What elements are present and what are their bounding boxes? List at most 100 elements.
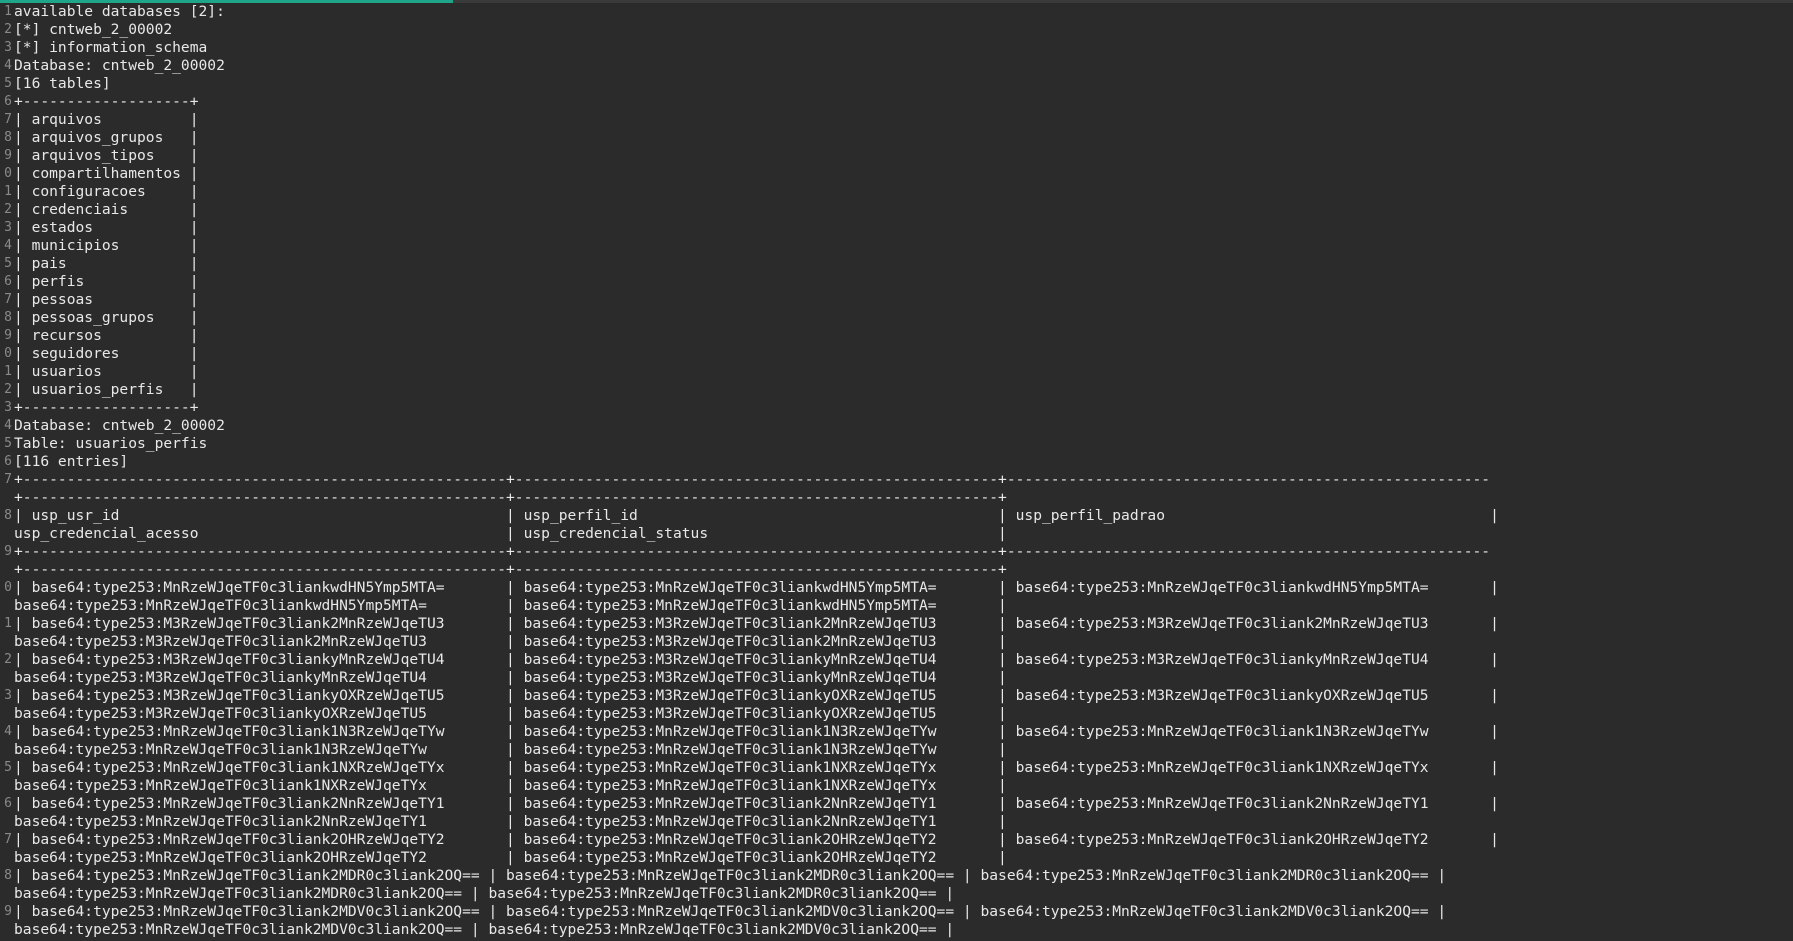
editor-line[interactable]: base64:type253:MnRzeWJqeTF0c3liankwdHN5Y… — [0, 597, 1793, 615]
editor-line[interactable]: 2 | base64:type253:M3RzeWJqeTF0c3liankyMn… — [0, 651, 1793, 669]
line-text: | compartilhamentos | — [14, 165, 199, 182]
line-text: Table: usuarios_perfis — [14, 435, 208, 452]
line-number: 7 — [4, 112, 12, 127]
editor-line[interactable]: 0 | base64:type253:MnRzeWJqeTF0c3liankwdH… — [0, 579, 1793, 597]
line-number: 1 — [4, 4, 12, 19]
editor-line[interactable]: 6 | base64:type253:MnRzeWJqeTF0c3liank2Nn… — [0, 795, 1793, 813]
editor-line[interactable]: 2 | usuarios_perfis | — [0, 381, 1793, 399]
editor-line[interactable]: 7 | base64:type253:MnRzeWJqeTF0c3liank2OH… — [0, 831, 1793, 849]
editor-line[interactable]: 1 available databases [2]: — [0, 3, 1793, 21]
editor-line[interactable]: +---------------------------------------… — [0, 489, 1793, 507]
editor-line[interactable]: 8 | arquivos_grupos | — [0, 129, 1793, 147]
line-number: 6 — [4, 796, 12, 811]
line-text: available databases [2]: — [14, 3, 225, 20]
line-text: | base64:type253:MnRzeWJqeTF0c3liank1NXR… — [14, 759, 1499, 776]
line-text: | base64:type253:M3RzeWJqeTF0c3liank2MnR… — [14, 615, 1499, 632]
editor-line[interactable]: base64:type253:MnRzeWJqeTF0c3liank1NXRze… — [0, 777, 1793, 795]
line-number: 9 — [4, 328, 12, 343]
line-text: Database: cntweb_2_00002 — [14, 417, 225, 434]
line-number: 2 — [4, 382, 12, 397]
editor-line[interactable]: 3 | estados | — [0, 219, 1793, 237]
editor-line[interactable]: 9 | arquivos_tipos | — [0, 147, 1793, 165]
line-text: [16 tables] — [14, 75, 111, 92]
editor-line[interactable]: 9 | base64:type253:MnRzeWJqeTF0c3liank2MD… — [0, 903, 1793, 921]
editor-line[interactable]: 0 | seguidores | — [0, 345, 1793, 363]
line-text: usp_credencial_acesso | usp_credencial_s… — [14, 525, 1007, 542]
editor-line[interactable]: 1 | configuracoes | — [0, 183, 1793, 201]
line-text: | usuarios | — [14, 363, 199, 380]
editor-line[interactable]: 3 +-------------------+ — [0, 399, 1793, 417]
line-text: +---------------------------------------… — [14, 543, 1491, 560]
editor-line[interactable]: 6 | perfis | — [0, 273, 1793, 291]
line-number: 3 — [4, 220, 12, 235]
editor-line[interactable]: base64:type253:M3RzeWJqeTF0c3liankyOXRze… — [0, 705, 1793, 723]
editor-line[interactable]: 8 | usp_usr_id | usp_perfil_id | usp_perf… — [0, 507, 1793, 525]
line-text: | pessoas_grupos | — [14, 309, 199, 326]
line-text: | configuracoes | — [14, 183, 199, 200]
line-text: | base64:type253:MnRzeWJqeTF0c3liank2MDR… — [14, 867, 1447, 884]
editor-line[interactable]: 6 [116 entries] — [0, 453, 1793, 471]
line-text: +---------------------------------------… — [14, 561, 1007, 578]
editor-line[interactable]: base64:type253:MnRzeWJqeTF0c3liank1N3Rze… — [0, 741, 1793, 759]
line-number: 9 — [4, 544, 12, 559]
editor-line[interactable]: 0 | compartilhamentos | — [0, 165, 1793, 183]
line-text: | pais | — [14, 255, 199, 272]
editor-line[interactable]: 5 | base64:type253:MnRzeWJqeTF0c3liank1NX… — [0, 759, 1793, 777]
line-text: | credenciais | — [14, 201, 199, 218]
editor-line[interactable]: base64:type253:M3RzeWJqeTF0c3liank2MnRze… — [0, 633, 1793, 651]
editor-line[interactable]: 1 | usuarios | — [0, 363, 1793, 381]
line-number: 6 — [4, 94, 12, 109]
line-text: base64:type253:M3RzeWJqeTF0c3liankyMnRze… — [14, 669, 1007, 686]
editor-line[interactable]: 4 Database: cntweb_2_00002 — [0, 57, 1793, 75]
editor-line[interactable]: base64:type253:MnRzeWJqeTF0c3liank2NnRze… — [0, 813, 1793, 831]
editor-line[interactable]: 8 | pessoas_grupos | — [0, 309, 1793, 327]
editor-line[interactable]: usp_credencial_acesso | usp_credencial_s… — [0, 525, 1793, 543]
line-number: 2 — [4, 22, 12, 37]
editor-line[interactable]: 3 [*] information_schema — [0, 39, 1793, 57]
text-editor-area[interactable]: 1 available databases [2]: 2 [*] cntweb_2_0… — [0, 3, 1793, 941]
line-text: | base64:type253:M3RzeWJqeTF0c3liankyMnR… — [14, 651, 1499, 668]
editor-line[interactable]: 6 +-------------------+ — [0, 93, 1793, 111]
editor-line[interactable]: base64:type253:M3RzeWJqeTF0c3liankyMnRze… — [0, 669, 1793, 687]
editor-line[interactable]: 9 | recursos | — [0, 327, 1793, 345]
line-text: | arquivos | — [14, 111, 199, 128]
line-text: | municipios | — [14, 237, 199, 254]
editor-line[interactable]: 4 Database: cntweb_2_00002 — [0, 417, 1793, 435]
line-text: base64:type253:MnRzeWJqeTF0c3liank1N3Rze… — [14, 741, 1007, 758]
editor-line[interactable]: +---------------------------------------… — [0, 561, 1793, 579]
line-number: 0 — [4, 166, 12, 181]
line-number: 9 — [4, 148, 12, 163]
line-number: 5 — [4, 76, 12, 91]
editor-line[interactable]: 2 | credenciais | — [0, 201, 1793, 219]
line-number: 2 — [4, 652, 12, 667]
editor-line[interactable]: base64:type253:MnRzeWJqeTF0c3liank2MDR0c… — [0, 885, 1793, 903]
line-number: 1 — [4, 364, 12, 379]
editor-line[interactable]: 5 Table: usuarios_perfis — [0, 435, 1793, 453]
line-text: +---------------------------------------… — [14, 471, 1491, 488]
editor-line[interactable]: base64:type253:MnRzeWJqeTF0c3liank2MDV0c… — [0, 921, 1793, 939]
line-text: | perfis | — [14, 273, 199, 290]
line-text: +-------------------+ — [14, 93, 199, 110]
editor-line[interactable]: 1 | base64:type253:M3RzeWJqeTF0c3liank2Mn… — [0, 615, 1793, 633]
editor-line[interactable]: 8 | base64:type253:MnRzeWJqeTF0c3liank2MD… — [0, 867, 1793, 885]
line-text: | pessoas | — [14, 291, 199, 308]
editor-line[interactable]: 7 | pessoas | — [0, 291, 1793, 309]
editor-line[interactable]: 4 | base64:type253:MnRzeWJqeTF0c3liank1N3… — [0, 723, 1793, 741]
editor-line[interactable]: 3 | base64:type253:M3RzeWJqeTF0c3liankyOX… — [0, 687, 1793, 705]
editor-line[interactable]: 7 +--------------------------------------… — [0, 471, 1793, 489]
line-text: | base64:type253:M3RzeWJqeTF0c3liankyOXR… — [14, 687, 1499, 704]
line-text: | base64:type253:MnRzeWJqeTF0c3liank2OHR… — [14, 831, 1499, 848]
line-number: 8 — [4, 868, 12, 883]
editor-line[interactable]: 5 | pais | — [0, 255, 1793, 273]
editor-line[interactable]: 5 [16 tables] — [0, 75, 1793, 93]
editor-line[interactable]: 9 +--------------------------------------… — [0, 543, 1793, 561]
editor-line[interactable]: 7 | arquivos | — [0, 111, 1793, 129]
line-number: 4 — [4, 724, 12, 739]
editor-line[interactable]: 4 | municipios | — [0, 237, 1793, 255]
line-text: | base64:type253:MnRzeWJqeTF0c3liank1N3R… — [14, 723, 1499, 740]
line-number: 1 — [4, 184, 12, 199]
line-text: Database: cntweb_2_00002 — [14, 57, 225, 74]
editor-line[interactable]: base64:type253:MnRzeWJqeTF0c3liank2OHRze… — [0, 849, 1793, 867]
editor-line[interactable]: 2 [*] cntweb_2_00002 — [0, 21, 1793, 39]
line-number: 5 — [4, 436, 12, 451]
